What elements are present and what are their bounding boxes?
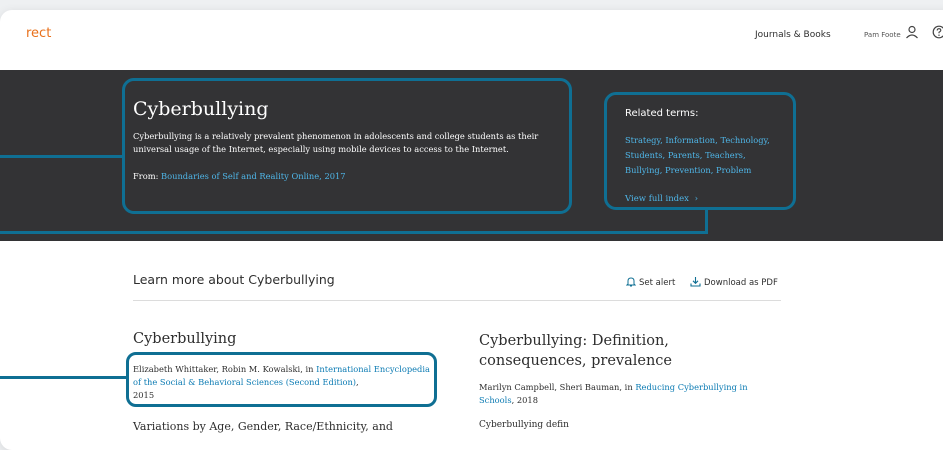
article-title[interactable]: Cyberbullying: Definition, consequences,… [479, 331, 779, 371]
callout-line [0, 231, 708, 234]
chevron-right-icon: › [694, 194, 699, 204]
article-authors: Elizabeth Whittaker, Robin M. Kowalski, … [133, 364, 314, 374]
related-term-link[interactable]: Problem [716, 165, 751, 175]
from-line: From: Boundaries of Self and Reality Onl… [133, 171, 346, 181]
related-term-link[interactable]: Prevention [665, 165, 711, 175]
related-term-link[interactable]: Students [625, 150, 663, 160]
article-authors: Marilyn Campbell, Sheri Bauman, in [479, 382, 633, 392]
article-citation: Elizabeth Whittaker, Robin M. Kowalski, … [133, 364, 430, 400]
related-term-link[interactable]: Parents [668, 150, 700, 160]
related-term-link[interactable]: Bullying [625, 165, 660, 175]
related-term-link[interactable]: Technology [720, 135, 767, 145]
callout-line [0, 155, 124, 158]
view-full-index-link[interactable]: View full index › [625, 194, 698, 204]
article-year: 2015 [133, 390, 155, 400]
set-alert-button[interactable]: Set alert [625, 276, 676, 288]
callout-line [705, 210, 708, 234]
brand-logo-text[interactable]: rect [26, 26, 51, 41]
article-year: 2018 [516, 395, 538, 405]
journals-books-link[interactable]: Journals & Books [755, 30, 831, 40]
related-term-link[interactable]: Teachers [705, 150, 743, 160]
set-alert-label: Set alert [639, 278, 676, 288]
user-name[interactable]: Pam Foote [864, 31, 901, 39]
page-card: rect Journals & Books Pam Foote Cyberbul… [0, 10, 943, 450]
related-terms-title: Related terms: [625, 108, 699, 119]
user-icon[interactable] [904, 24, 920, 40]
topic-description: Cyberbullying is a relatively prevalent … [133, 131, 539, 154]
from-label: From: [133, 171, 159, 181]
section-divider [133, 300, 781, 301]
view-full-index-label: View full index [625, 194, 689, 204]
download-icon [690, 277, 701, 287]
article-subheading: Variations by Age, Gender, Race/Ethnicit… [133, 420, 393, 433]
related-term-link[interactable]: Information [665, 135, 715, 145]
topic-hero: Cyberbullying Cyberbullying is a relativ… [0, 70, 943, 241]
download-pdf-label: Download as PDF [704, 278, 778, 288]
related-terms-list: Strategy, Information, Technology, Stude… [625, 135, 770, 175]
learn-more-heading: Learn more about Cyberbullying [133, 272, 335, 287]
top-bar: rect Journals & Books Pam Foote [0, 10, 943, 70]
callout-line [0, 376, 128, 379]
related-term-link[interactable]: Strategy [625, 135, 660, 145]
bell-icon [625, 277, 637, 287]
topic-title: Cyberbullying [133, 98, 269, 120]
download-pdf-button[interactable]: Download as PDF [690, 276, 778, 288]
article-citation: Marilyn Campbell, Sheri Bauman, in Reduc… [479, 382, 748, 405]
help-icon[interactable] [932, 25, 943, 39]
article-subheading: Cyberbullying defin [479, 420, 569, 430]
article-title[interactable]: Cyberbullying [133, 331, 236, 347]
from-source-link[interactable]: Boundaries of Self and Reality Online, 2… [161, 171, 346, 181]
